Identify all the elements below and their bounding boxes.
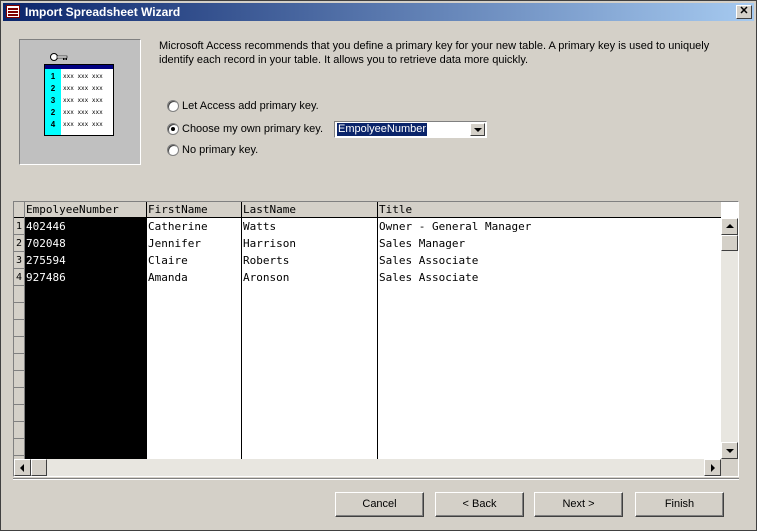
- row-selector[interactable]: 3: [14, 252, 24, 269]
- column-header[interactable]: Title: [378, 202, 721, 218]
- vertical-scrollbar[interactable]: [721, 218, 738, 459]
- grid-cell[interactable]: 702048: [25, 235, 146, 252]
- grid-column-firstname[interactable]: FirstName Catherine Jennifer Claire Amanda: [147, 202, 242, 459]
- row-selector[interactable]: 1: [14, 218, 24, 235]
- row-selector[interactable]: [14, 286, 24, 303]
- row-selector[interactable]: [14, 337, 24, 354]
- vertical-scroll-thumb[interactable]: [721, 235, 738, 251]
- description-text: Microsoft Access recommends that you def…: [159, 40, 710, 66]
- option-choose-own-key[interactable]: Choose my own primary key.: [167, 121, 323, 137]
- radio-access-add-key[interactable]: [167, 100, 179, 113]
- wizard-window: Import Spreadsheet Wizard ✕ 1 xxx xxx xxx…: [0, 0, 757, 531]
- option-label: Let Access add primary key.: [182, 100, 319, 113]
- grid-column-lastname[interactable]: LastName Watts Harrison Roberts Aronson: [242, 202, 378, 459]
- scrollbar-corner: [721, 459, 738, 476]
- close-button[interactable]: ✕: [736, 5, 752, 19]
- row-selector[interactable]: [14, 405, 24, 422]
- mini-row-number: 2: [50, 84, 56, 93]
- row-selector[interactable]: [14, 320, 24, 337]
- finish-button[interactable]: Finish: [635, 492, 724, 517]
- grid-cell[interactable]: Sales Associate: [378, 252, 721, 269]
- mini-table-icon: 1 xxx xxx xxx 2 xxx xxx xxx 3 xxx xxx xxx 2 xxx…: [44, 64, 114, 136]
- primary-key-illustration: 1 xxx xxx xxx 2 xxx xxx xxx 3 xxx xxx xxx 2 xxx…: [19, 39, 141, 165]
- chevron-down-icon[interactable]: [470, 123, 485, 136]
- title-bar[interactable]: Import Spreadsheet Wizard ✕: [3, 3, 754, 21]
- option-label: Choose my own primary key.: [182, 123, 324, 136]
- grid-cell[interactable]: Owner - General Manager: [378, 218, 721, 235]
- row-selector[interactable]: [14, 388, 24, 405]
- row-selector[interactable]: [14, 371, 24, 388]
- back-button[interactable]: < Back: [435, 492, 524, 517]
- column-header[interactable]: FirstName: [147, 202, 241, 218]
- mini-row-text: xxx xxx xxx: [63, 73, 103, 80]
- access-form-icon: [6, 5, 20, 18]
- row-selector[interactable]: [14, 354, 24, 371]
- grid-cell[interactable]: 927486: [25, 269, 146, 286]
- grid-cell[interactable]: 275594: [25, 252, 146, 269]
- key-icon: [50, 53, 68, 61]
- grid-cell[interactable]: Catherine: [147, 218, 241, 235]
- option-access-add-key[interactable]: Let Access add primary key.: [167, 98, 319, 114]
- horizontal-scroll-thumb[interactable]: [31, 459, 47, 476]
- option-no-key[interactable]: No primary key.: [167, 142, 258, 158]
- row-selector[interactable]: 4: [14, 269, 24, 286]
- scroll-left-icon[interactable]: [14, 459, 31, 476]
- mini-row-text: xxx xxx xxx: [63, 121, 103, 128]
- scroll-up-icon[interactable]: [721, 218, 738, 235]
- mini-row-number: 2: [50, 108, 56, 117]
- grid-cell[interactable]: Amanda: [147, 269, 241, 286]
- row-selector-column: 1234: [14, 202, 25, 459]
- scroll-right-icon[interactable]: [704, 459, 721, 476]
- row-selector[interactable]: [14, 303, 24, 320]
- grid-column-empolyeenumber[interactable]: EmpolyeeNumber 402446 702048 275594 927486: [25, 202, 147, 459]
- mini-row-number: 4: [50, 120, 56, 129]
- primary-key-field-dropdown[interactable]: EmpolyeeNumber: [334, 121, 487, 138]
- divider: [13, 478, 739, 480]
- grid-cell[interactable]: Jennifer: [147, 235, 241, 252]
- window-title: Import Spreadsheet Wizard: [25, 5, 181, 19]
- cancel-button[interactable]: Cancel: [335, 492, 424, 517]
- row-selector[interactable]: [14, 439, 24, 456]
- horizontal-scrollbar[interactable]: [14, 459, 721, 476]
- mini-row-number: 1: [50, 72, 56, 81]
- grid-cell[interactable]: Watts: [242, 218, 377, 235]
- option-label: No primary key.: [182, 144, 259, 157]
- mini-row-number: 3: [50, 96, 56, 105]
- grid-cell[interactable]: Sales Manager: [378, 235, 721, 252]
- next-button[interactable]: Next >: [534, 492, 623, 517]
- close-icon: ✕: [739, 5, 749, 17]
- radio-no-key[interactable]: [167, 144, 179, 157]
- column-header[interactable]: LastName: [242, 202, 377, 218]
- grid-cell[interactable]: 402446: [25, 218, 146, 235]
- grid-cell[interactable]: Roberts: [242, 252, 377, 269]
- mini-row-text: xxx xxx xxx: [63, 85, 103, 92]
- grid-cell[interactable]: Aronson: [242, 269, 377, 286]
- mini-row-text: xxx xxx xxx: [63, 97, 103, 104]
- row-selector[interactable]: [14, 422, 24, 439]
- mini-row-text: xxx xxx xxx: [63, 109, 103, 116]
- row-selector[interactable]: 2: [14, 235, 24, 252]
- grid-cell[interactable]: Sales Associate: [378, 269, 721, 286]
- grid-cell[interactable]: Claire: [147, 252, 241, 269]
- grid-cell[interactable]: Harrison: [242, 235, 377, 252]
- selected-field-value: EmpolyeeNumber: [337, 123, 428, 136]
- column-header[interactable]: EmpolyeeNumber: [25, 202, 146, 218]
- radio-choose-own-key[interactable]: [167, 123, 179, 136]
- grid-column-title[interactable]: Title Owner - General Manager Sales Manag…: [378, 202, 721, 459]
- scroll-down-icon[interactable]: [721, 442, 738, 459]
- data-preview-grid: 1234 EmpolyeeNumber 402446 702048 275594 92…: [13, 201, 739, 477]
